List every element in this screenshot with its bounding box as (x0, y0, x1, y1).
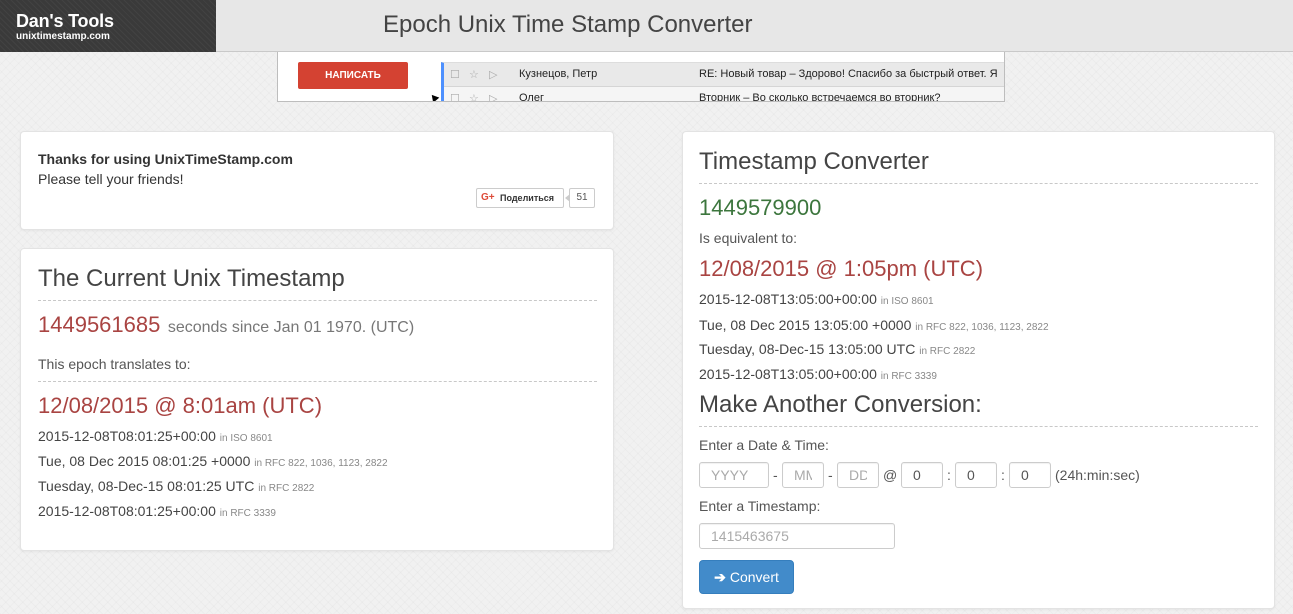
time-format-hint: (24h:min:sec) (1055, 467, 1140, 483)
google-plus-icon: G+ (481, 192, 495, 203)
checkbox-icon: ☐ (450, 93, 460, 102)
since-text: seconds since Jan 01 1970. (UTC) (167, 319, 415, 336)
timestamp-input[interactable] (699, 523, 895, 549)
current-timestamp-line: 1449561685 seconds since Jan 01 1970. (U… (38, 312, 414, 338)
format-note: in RFC 822, 1036, 1123, 2822 (915, 322, 1049, 333)
ad-mail-row[interactable]: ☐ ☆ ▷ Кузнецов, Петр RE: Новый товар – З… (444, 63, 1004, 87)
ad-mail-sender: Кузнецов, Петр (519, 68, 598, 80)
format-value: 2015-12-08T08:01:25+00:00 (38, 503, 216, 519)
share-count: 51 (565, 188, 595, 208)
current-title: The Current Unix Timestamp (38, 265, 345, 292)
format-value: 2015-12-08T13:05:00+00:00 (699, 291, 877, 307)
converted-human-date: 12/08/2015 @ 1:05pm (UTC) (699, 256, 984, 281)
site-header: Dan's Tools unixtimestamp.com Epoch Unix… (0, 0, 1293, 52)
checkbox-icon: ☐ (450, 69, 460, 81)
divider (699, 426, 1258, 427)
format-note: in RFC 3339 (219, 508, 276, 519)
thanks-panel: Thanks for using UnixTimeStamp.com Pleas… (20, 131, 614, 230)
format-value: Tuesday, 08-Dec-15 08:01:25 UTC (38, 478, 255, 494)
format-note: in RFC 822, 1036, 1123, 2822 (254, 458, 388, 469)
star-icon: ☆ (469, 93, 479, 102)
converter-title: Timestamp Converter (699, 148, 929, 175)
current-timestamp-panel: The Current Unix Timestamp 1449561685 se… (20, 248, 614, 551)
divider (38, 300, 597, 301)
equivalent-label: Is equivalent to: (699, 230, 798, 246)
thanks-text: Please tell your friends! (38, 171, 184, 187)
format-row: 2015-12-08T13:05:00+00:00 in ISO 8601 (699, 291, 934, 307)
format-note: in ISO 8601 (219, 433, 273, 444)
label-icon: ▷ (489, 69, 498, 81)
timestamp-converter-panel: Timestamp Converter 1449579900 Is equiva… (682, 131, 1275, 609)
format-row: Tuesday, 08-Dec-15 13:05:00 UTC in RFC 2… (699, 341, 975, 357)
second-input[interactable] (1009, 462, 1051, 488)
at-separator: @ (883, 467, 898, 483)
format-value: Tuesday, 08-Dec-15 13:05:00 UTC (699, 341, 916, 357)
format-row: Tue, 08 Dec 2015 08:01:25 +0000 in RFC 8… (38, 453, 388, 469)
star-icon: ☆ (469, 69, 479, 81)
convert-label: Convert (729, 568, 779, 585)
minute-input[interactable] (955, 462, 997, 488)
time-separator: : (1001, 467, 1005, 483)
arrow-right-icon: ➔ (714, 568, 726, 585)
timestamp-label: Enter a Timestamp: (699, 498, 821, 514)
site-logo[interactable]: Dan's Tools unixtimestamp.com (0, 0, 216, 52)
divider (38, 381, 597, 382)
ad-mail-subject: RE: Новый товар – Здорово! Спасибо за бы… (699, 68, 998, 80)
format-row: Tue, 08 Dec 2015 13:05:00 +0000 in RFC 8… (699, 317, 1049, 333)
current-timestamp: 1449561685 (38, 312, 161, 337)
format-row: 2015-12-08T13:05:00+00:00 in RFC 3339 (699, 366, 937, 382)
current-human-date: 12/08/2015 @ 8:01am (UTC) (38, 393, 323, 418)
date-separator: - (828, 467, 833, 483)
format-value: 2015-12-08T13:05:00+00:00 (699, 366, 877, 382)
share-label: Поделиться (500, 193, 555, 203)
format-row: 2015-12-08T08:01:25+00:00 in ISO 8601 (38, 428, 273, 444)
translates-label: This epoch translates to: (38, 356, 191, 372)
ad-mail-sender: Олег (519, 92, 544, 102)
format-value: 2015-12-08T08:01:25+00:00 (38, 428, 216, 444)
month-input[interactable] (782, 462, 824, 488)
ad-banner[interactable]: НАПИСАТЬ ☐ ☆ ▷ Кузнецов, Петр RE: Новый … (277, 52, 1005, 102)
ad-mail-row[interactable]: ☐ ☆ ▷ Олег Вторник – Во сколько встречае… (444, 87, 1004, 102)
page-title: Epoch Unix Time Stamp Converter (383, 11, 753, 38)
format-value: Tue, 08 Dec 2015 08:01:25 +0000 (38, 453, 251, 469)
format-note: in RFC 3339 (880, 371, 937, 382)
google-share-button[interactable]: G+ Поделиться (476, 188, 564, 208)
convert-button[interactable]: ➔ Convert (699, 560, 794, 594)
converted-timestamp: 1449579900 (699, 195, 822, 220)
time-separator: : (947, 467, 951, 483)
year-input[interactable] (699, 462, 769, 488)
divider (699, 183, 1258, 184)
format-row: 2015-12-08T08:01:25+00:00 in RFC 3339 (38, 503, 276, 519)
format-note: in RFC 2822 (258, 483, 315, 494)
ad-compose-button[interactable]: НАПИСАТЬ (298, 62, 408, 89)
logo-title: Dan's Tools (16, 11, 114, 31)
another-conversion-title: Make Another Conversion: (699, 391, 982, 418)
cursor-icon (428, 92, 440, 101)
format-note: in RFC 2822 (919, 346, 976, 357)
logo-subtitle: unixtimestamp.com (16, 31, 110, 42)
date-separator: - (773, 467, 778, 483)
date-time-label: Enter a Date & Time: (699, 437, 829, 453)
thanks-title: Thanks for using UnixTimeStamp.com (38, 151, 293, 167)
format-value: Tue, 08 Dec 2015 13:05:00 +0000 (699, 317, 912, 333)
day-input[interactable] (837, 462, 879, 488)
ad-mail-list: ☐ ☆ ▷ Кузнецов, Петр RE: Новый товар – З… (441, 62, 1004, 102)
format-note: in ISO 8601 (880, 296, 934, 307)
format-row: Tuesday, 08-Dec-15 08:01:25 UTC in RFC 2… (38, 478, 314, 494)
hour-input[interactable] (901, 462, 943, 488)
ad-mail-subject: Вторник – Во сколько встречаемся во втор… (699, 92, 941, 102)
label-icon: ▷ (489, 93, 498, 102)
